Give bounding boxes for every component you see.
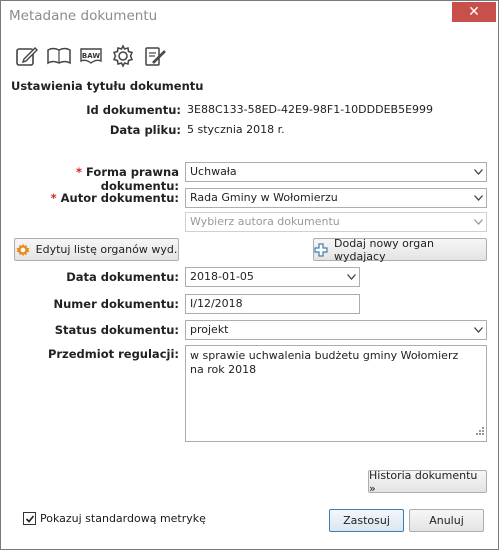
chevron-down-icon[interactable] [343,268,359,286]
file-date-value: 5 stycznia 2018 r. [187,123,285,136]
cancel-label: Anuluj [429,514,464,527]
metadata-dialog: Metadane dokumentu ✕ BAW Ustawienia tytu… [0,0,499,550]
author-label: * Autor dokumentu: [50,191,179,205]
apply-label: Zastosuj [343,514,390,527]
checkmark-icon [25,514,34,523]
apply-button[interactable]: Zastosuj [329,509,404,532]
gear-icon[interactable] [109,43,137,69]
legal-form-value: Uchwała [190,165,237,178]
window-title: Metadane dokumentu [9,8,158,24]
legal-form-select[interactable]: Uchwała [185,162,487,182]
sign-icon[interactable] [141,43,169,69]
edit-organs-label: Edytuj listę organów wyd. [35,243,178,256]
doc-date-value: 2018-01-05 [190,270,254,283]
doc-date-picker[interactable]: 2018-01-05 [185,267,360,287]
doc-number-label: Numer dokumentu: [53,297,180,311]
toolbar: BAW [13,43,169,69]
doc-number-input[interactable]: I/12/2018 [185,294,360,314]
history-label: Historia dokumentu » [369,468,478,495]
resize-grip-icon[interactable] [475,426,485,440]
author-secondary-select[interactable]: Wybierz autora dokumentu [185,212,487,232]
close-icon: ✕ [468,4,480,20]
show-metric-label: Pokazuj standardową metrykę [40,512,206,525]
legal-form-label: * Forma prawna dokumentu: [76,165,179,193]
chevron-down-icon[interactable] [470,213,486,231]
author-secondary-placeholder: Wybierz autora dokumentu [190,215,340,228]
history-button[interactable]: Historia dokumentu » [368,468,487,495]
doc-date-label: Data dokumentu: [66,270,179,284]
subject-value: w sprawie uchwalenia budżetu gminy Wołom… [190,349,459,376]
author-value: Rada Gminy w Wołomierzu [190,191,338,204]
subject-textarea[interactable]: w sprawie uchwalenia budżetu gminy Wołom… [185,345,487,442]
chevron-down-icon[interactable] [470,163,486,181]
book-icon[interactable] [45,43,73,69]
baw-icon[interactable]: BAW [77,43,105,69]
cancel-button[interactable]: Anuluj [409,509,484,532]
status-select[interactable]: projekt [185,320,487,340]
title-bar[interactable]: Metadane dokumentu ✕ [1,1,498,32]
required-mark: * [76,165,83,179]
plus-icon [314,242,328,257]
edit-icon[interactable] [13,43,41,69]
gear-icon [16,243,30,257]
add-organ-label: Dodaj nowy organ wydajacy [334,236,434,263]
required-mark: * [50,191,57,205]
edit-organs-button[interactable]: Edytuj listę organów wyd. [14,238,179,261]
chevron-down-icon[interactable] [470,189,486,207]
doc-id-value: 3E88C133-58ED-42E9-98F1-10DDDEB5E999 [187,103,434,116]
section-title: Ustawienia tytułu dokumentu [11,79,204,93]
checkbox-box[interactable] [23,512,36,525]
svg-text:BAW: BAW [82,52,100,60]
file-date-label: Data pliku: [109,123,181,137]
doc-id-label: Id dokumentu: [86,103,181,117]
status-value: projekt [190,323,229,336]
close-button[interactable]: ✕ [452,2,496,22]
author-select[interactable]: Rada Gminy w Wołomierzu [185,188,487,208]
subject-label: Przedmiot regulacji: [47,347,179,361]
status-label: Status dokumentu: [54,323,179,337]
chevron-down-icon[interactable] [470,321,486,339]
doc-number-value: I/12/2018 [190,297,243,310]
add-organ-button[interactable]: Dodaj nowy organ wydajacy [313,236,487,263]
show-metric-checkbox[interactable]: Pokazuj standardową metrykę [23,512,206,525]
